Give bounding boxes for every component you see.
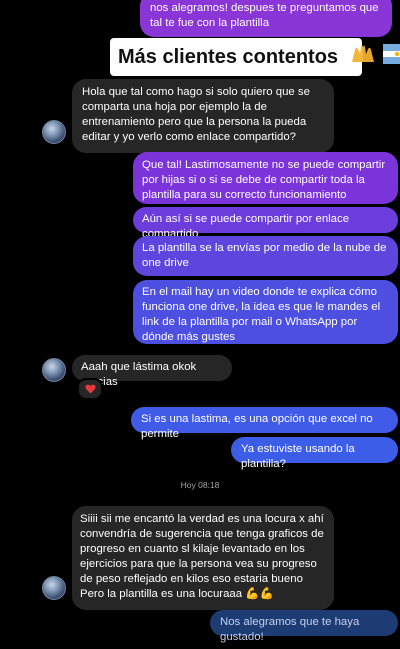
- promo-banner: Más clientes contentos: [110, 38, 400, 76]
- message-incoming[interactable]: Hola que tal como hago si solo quiero qu…: [72, 79, 334, 153]
- message-outgoing[interactable]: Si es una lastima, es una opción que exc…: [131, 407, 398, 440]
- argentina-flag-icon: [383, 39, 400, 77]
- message-incoming[interactable]: Aaah que lástima okok gracias: [72, 355, 232, 388]
- heart-reaction-icon[interactable]: [77, 378, 103, 400]
- banner-title: Más clientes contentos: [118, 46, 339, 68]
- message-text: Nos alegramos que te haya gustado!: [220, 616, 360, 643]
- message-text: Si es una lastima, es una opción que exc…: [141, 413, 373, 440]
- message-outgoing[interactable]: nos alegramos! despues te preguntamos qu…: [140, 0, 392, 37]
- message-text: En el mail hay un video donde te explica…: [142, 286, 381, 343]
- message-text: La plantilla se la envías por medio de l…: [142, 242, 387, 269]
- avatar[interactable]: [42, 120, 66, 144]
- message-incoming[interactable]: Siiii sii me encantó la verdad es una lo…: [72, 506, 334, 610]
- message-text: nos alegramos! despues te preguntamos qu…: [150, 2, 379, 29]
- message-outgoing[interactable]: Nos alegramos que te haya gustado!: [210, 610, 398, 643]
- message-outgoing[interactable]: Aún así si se puede compartir por enlace…: [133, 207, 398, 240]
- chat-thread: nos alegramos! despues te preguntamos qu…: [0, 0, 400, 649]
- message-text: Ya estuviste usando la plantilla?: [241, 443, 355, 470]
- message-text: Que tal! Lastimosamente no se puede comp…: [142, 159, 386, 201]
- message-outgoing[interactable]: En el mail hay un video donde te explica…: [133, 280, 398, 344]
- message-text-line: Pero la plantilla es una locuraaa 💪💪: [80, 588, 274, 600]
- raised-hands-emoji-icon: [350, 39, 376, 77]
- avatar[interactable]: [42, 358, 66, 382]
- avatar[interactable]: [42, 576, 66, 600]
- message-outgoing[interactable]: Que tal! Lastimosamente no se puede comp…: [133, 152, 398, 204]
- message-outgoing[interactable]: Ya estuviste usando la plantilla?: [231, 437, 398, 470]
- timestamp: Hoy 08:18: [180, 480, 220, 490]
- message-text: Siiii sii me encantó la verdad es una lo…: [80, 513, 324, 585]
- message-text: Hola que tal como hago si solo quiero qu…: [82, 86, 310, 143]
- message-outgoing[interactable]: La plantilla se la envías por medio de l…: [133, 236, 398, 276]
